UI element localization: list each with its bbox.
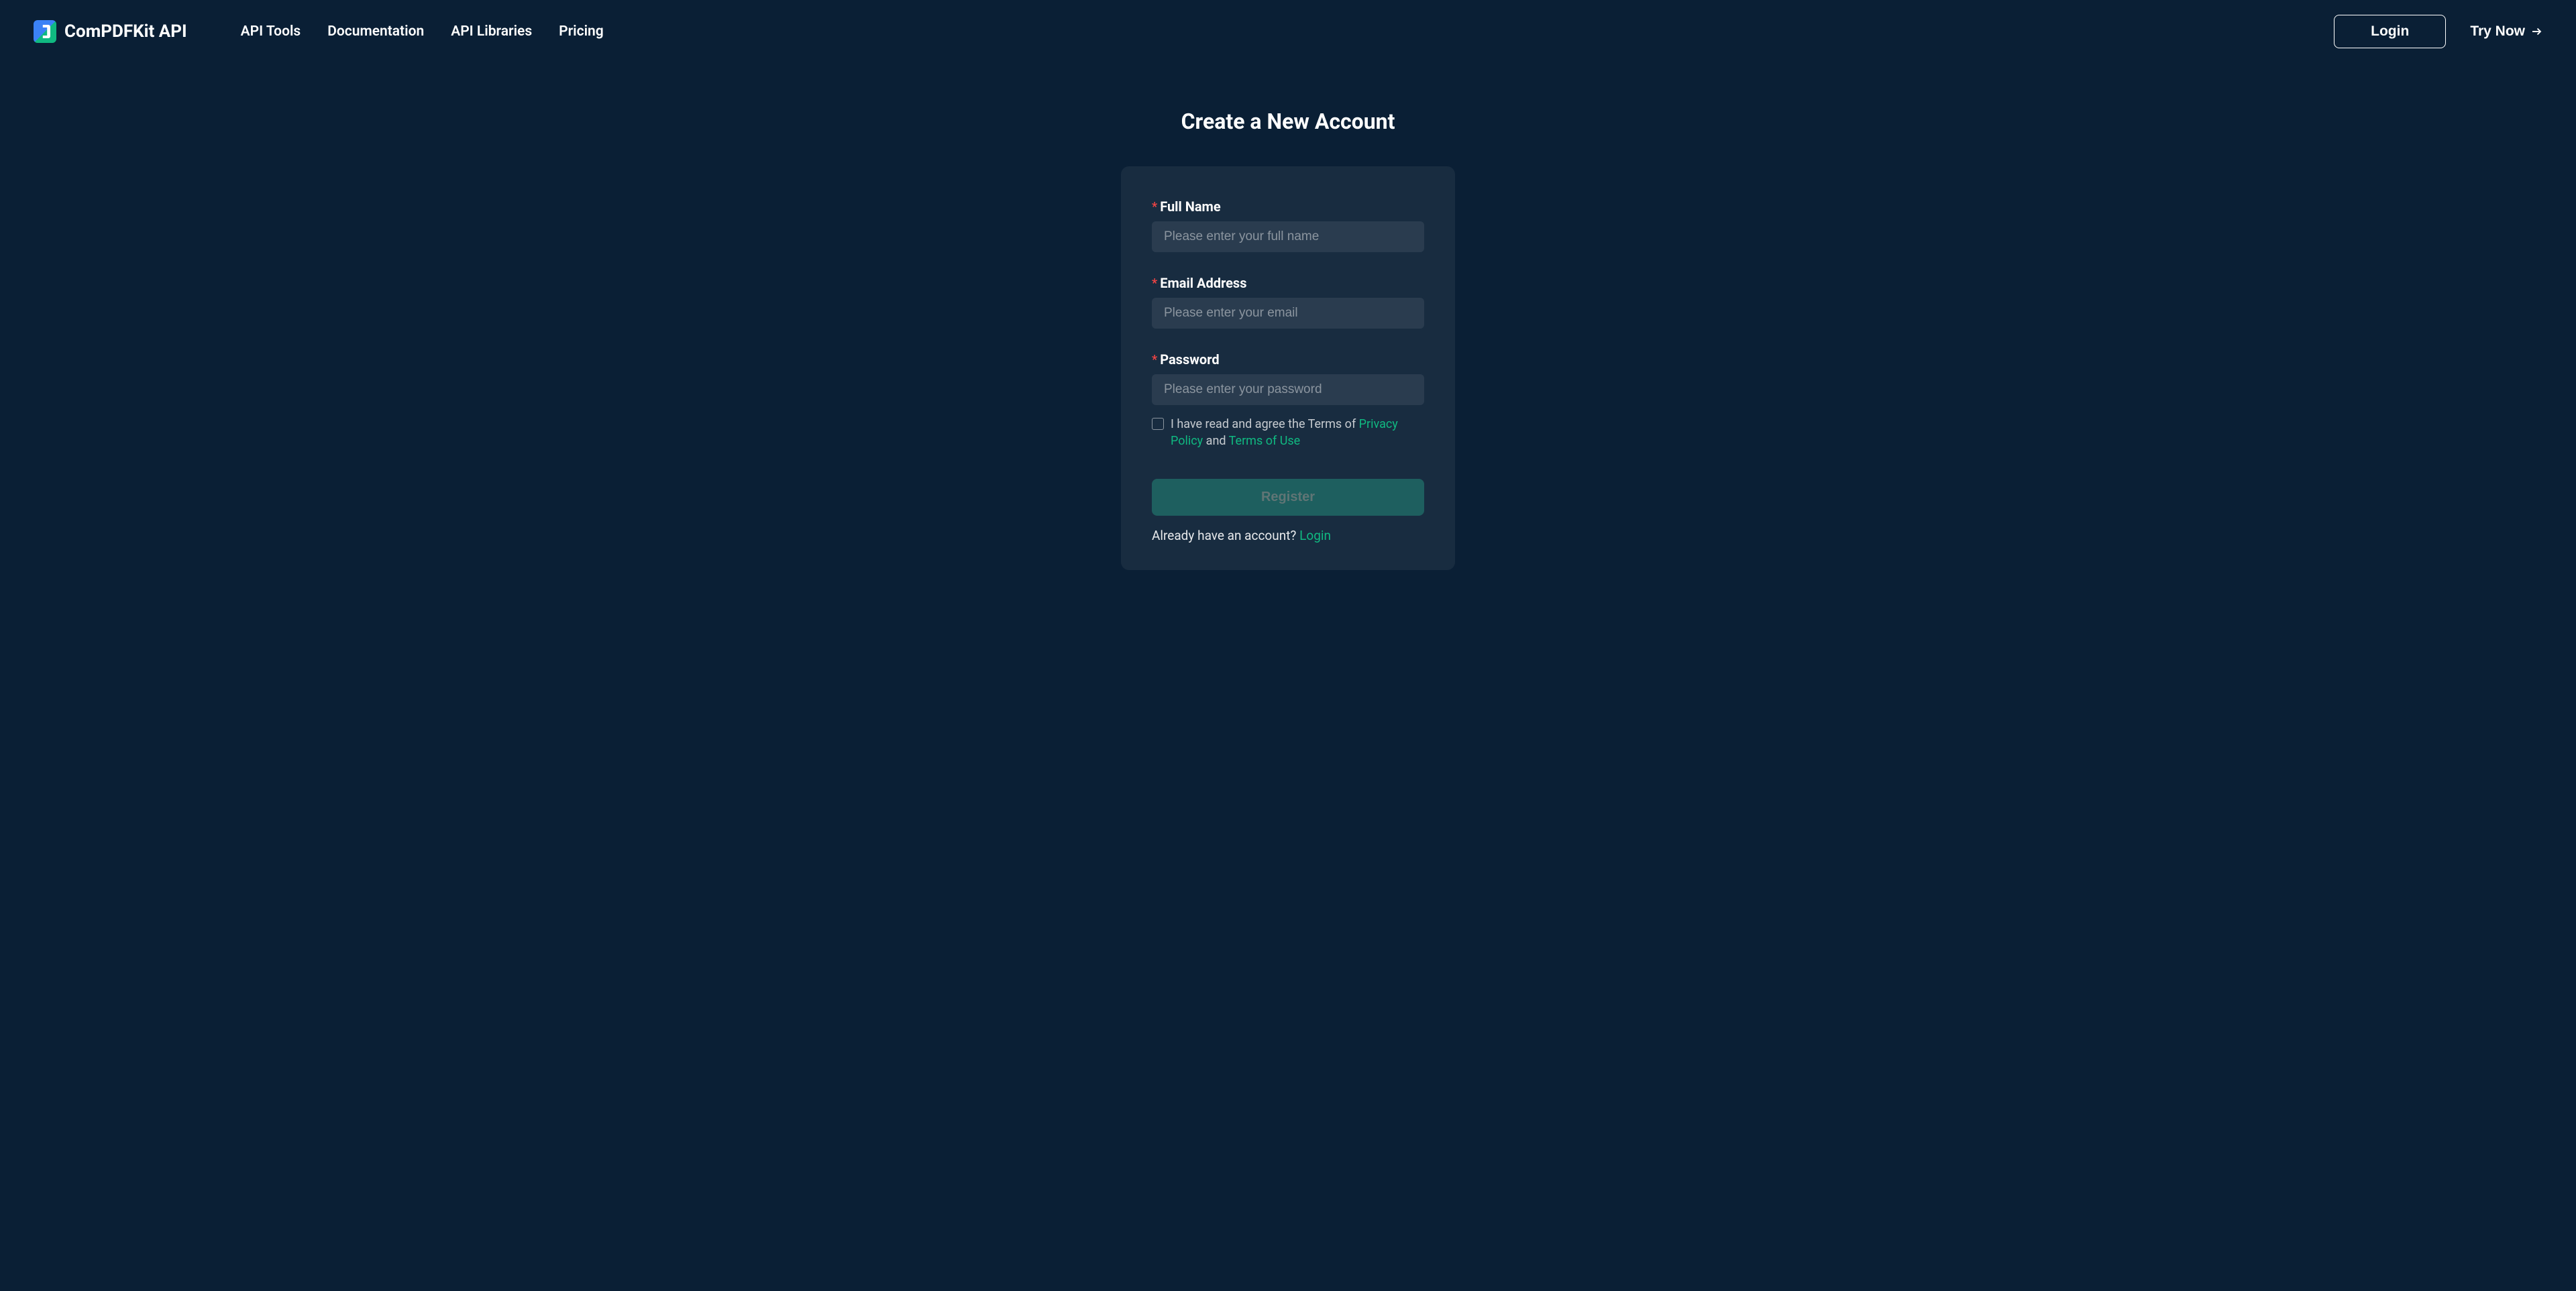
arrow-right-icon — [2530, 25, 2542, 38]
terms-checkbox-row: I have read and agree the Terms of Priva… — [1152, 416, 1424, 449]
signup-form-card: * Full Name * Email Address * Password — [1121, 166, 1455, 570]
full-name-label-text: Full Name — [1160, 199, 1220, 215]
terms-and: and — [1203, 434, 1228, 448]
login-button[interactable]: Login — [2334, 15, 2446, 48]
password-label-text: Password — [1160, 351, 1219, 368]
terms-checkbox[interactable] — [1152, 418, 1164, 430]
nav-menu: API Tools Documentation API Libraries Pr… — [241, 23, 604, 40]
full-name-input[interactable] — [1152, 221, 1424, 252]
nav-api-libraries[interactable]: API Libraries — [451, 23, 532, 40]
terms-prefix: I have read and agree the Terms of — [1171, 417, 1359, 431]
password-input[interactable] — [1152, 374, 1424, 405]
password-label: * Password — [1152, 351, 1424, 368]
terms-label: I have read and agree the Terms of Priva… — [1171, 416, 1424, 449]
required-asterisk-icon: * — [1152, 276, 1157, 290]
try-now-label: Try Now — [2470, 23, 2525, 40]
form-group-full-name: * Full Name — [1152, 199, 1424, 252]
nav-api-tools[interactable]: API Tools — [241, 23, 301, 40]
full-name-label: * Full Name — [1152, 199, 1424, 215]
email-label-text: Email Address — [1160, 275, 1246, 291]
header: ComPDFKit API API Tools Documentation AP… — [0, 0, 2576, 63]
login-prompt: Already have an account? Login — [1152, 528, 1424, 543]
login-prompt-text: Already have an account? — [1152, 528, 1299, 543]
form-group-password: * Password — [1152, 351, 1424, 405]
page-title: Create a New Account — [1181, 109, 1395, 134]
form-group-email: * Email Address — [1152, 275, 1424, 329]
register-button[interactable]: Register — [1152, 479, 1424, 516]
required-asterisk-icon: * — [1152, 353, 1157, 367]
header-actions: Login Try Now — [2334, 15, 2542, 48]
brand-logo-icon — [34, 20, 56, 43]
brand-name: ComPDFKit API — [64, 21, 187, 42]
try-now-button[interactable]: Try Now — [2470, 23, 2542, 40]
email-input[interactable] — [1152, 298, 1424, 329]
required-asterisk-icon: * — [1152, 200, 1157, 214]
main-content: Create a New Account * Full Name * Email… — [0, 63, 2576, 570]
nav-pricing[interactable]: Pricing — [559, 23, 604, 40]
email-label: * Email Address — [1152, 275, 1424, 291]
terms-of-use-link[interactable]: Terms of Use — [1229, 434, 1301, 448]
nav-documentation[interactable]: Documentation — [327, 23, 424, 40]
logo-section[interactable]: ComPDFKit API — [34, 20, 187, 43]
login-link[interactable]: Login — [1299, 528, 1331, 543]
